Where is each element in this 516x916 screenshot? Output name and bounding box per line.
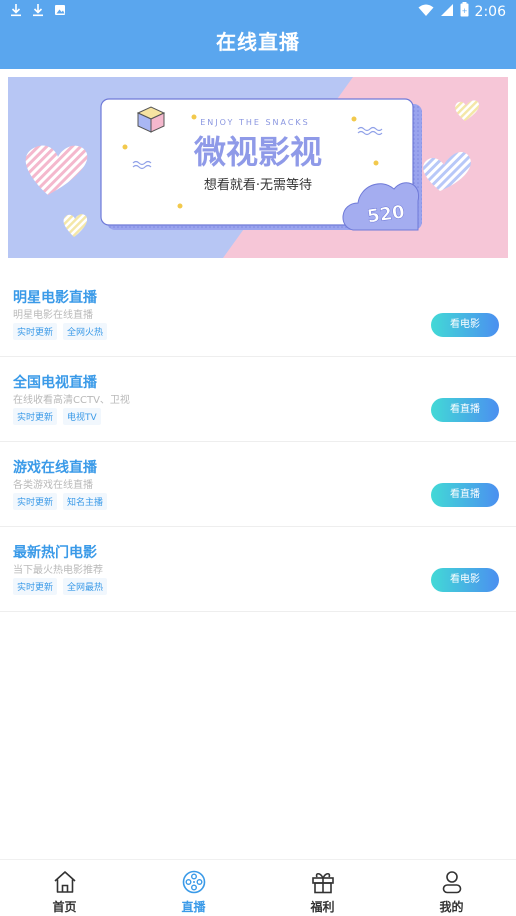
status-bar: + 2:06 <box>0 0 516 24</box>
item-subtitle: 明星电影在线直播 <box>13 310 93 321</box>
item-subtitle: 在线收看高清CCTV、卫视 <box>13 395 130 406</box>
tab-mine[interactable]: 我的 <box>387 860 516 916</box>
gift-icon <box>311 872 334 894</box>
download-icon <box>32 3 44 20</box>
item-tags: 实时更新 知名主播 <box>13 493 108 510</box>
item-subtitle: 当下最火热电影推荐 <box>13 565 103 576</box>
watch-movie-button[interactable]: 看电影 <box>431 568 499 592</box>
watch-live-button[interactable]: 看直播 <box>431 483 499 507</box>
wifi-icon <box>418 3 434 21</box>
item-tags: 实时更新 全网最热 <box>13 578 108 595</box>
watch-movie-button[interactable]: 看电影 <box>431 313 499 337</box>
user-icon <box>442 871 461 894</box>
tab-label: 我的 <box>439 900 464 914</box>
item-tags: 实时更新 电视TV <box>13 408 101 425</box>
tab-label: 首页 <box>52 900 77 914</box>
image-icon <box>54 3 66 20</box>
banner-slogan: 想看就看·无需等待 <box>204 177 312 193</box>
banner-tagline: ENJOY THE SNACKS <box>200 118 310 127</box>
tab-home[interactable]: 首页 <box>0 860 129 916</box>
list-item[interactable]: 游戏在线直播 各类游戏在线直播 实时更新 知名主播 看直播 <box>0 442 516 527</box>
tag: 全网最热 <box>63 578 108 595</box>
signal-icon <box>440 3 454 21</box>
item-subtitle: 各类游戏在线直播 <box>13 480 93 491</box>
status-notifications <box>10 3 66 20</box>
tag: 知名主播 <box>63 493 108 510</box>
item-title: 游戏在线直播 <box>13 460 97 476</box>
bottom-tab-bar: 首页 直播 福利 我的 <box>0 859 516 916</box>
banner-artwork: 520 ENJOY THE SNACKS 微视影视 想看就看·无需等待 <box>8 77 508 258</box>
tag: 实时更新 <box>13 578 58 595</box>
tab-live[interactable]: 直播 <box>129 860 258 916</box>
promo-banner[interactable]: 520 ENJOY THE SNACKS 微视影视 想看就看·无需等待 <box>8 77 508 258</box>
item-tags: 实时更新 全网火热 <box>13 323 108 340</box>
status-time: 2:06 <box>474 3 506 20</box>
live-category-list: 明星电影直播 明星电影在线直播 实时更新 全网火热 看电影 全国电视直播 在线收… <box>0 272 516 612</box>
list-item[interactable]: 全国电视直播 在线收看高清CCTV、卫视 实时更新 电视TV 看直播 <box>0 357 516 442</box>
tab-label: 直播 <box>181 900 206 914</box>
tag: 电视TV <box>63 408 101 425</box>
home-icon <box>53 871 76 893</box>
tab-label: 福利 <box>310 900 335 914</box>
app-bar: 在线直播 <box>0 24 516 69</box>
tag: 实时更新 <box>13 323 58 340</box>
page-title: 在线直播 <box>216 30 300 54</box>
battery-icon: + <box>460 2 469 21</box>
film-reel-icon <box>182 870 205 894</box>
tab-welfare[interactable]: 福利 <box>258 860 387 916</box>
item-title: 最新热门电影 <box>13 545 97 561</box>
banner-brand: 微视影视 <box>193 133 322 171</box>
svg-text:+: + <box>461 7 467 15</box>
list-item[interactable]: 明星电影直播 明星电影在线直播 实时更新 全网火热 看电影 <box>0 272 516 357</box>
item-title: 明星电影直播 <box>13 290 97 306</box>
tag: 全网火热 <box>63 323 108 340</box>
download-icon <box>10 3 22 20</box>
list-item[interactable]: 最新热门电影 当下最火热电影推荐 实时更新 全网最热 看电影 <box>0 527 516 612</box>
watch-live-button[interactable]: 看直播 <box>431 398 499 422</box>
item-title: 全国电视直播 <box>13 375 97 391</box>
tag: 实时更新 <box>13 493 58 510</box>
status-system: + 2:06 <box>418 2 506 21</box>
tag: 实时更新 <box>13 408 58 425</box>
